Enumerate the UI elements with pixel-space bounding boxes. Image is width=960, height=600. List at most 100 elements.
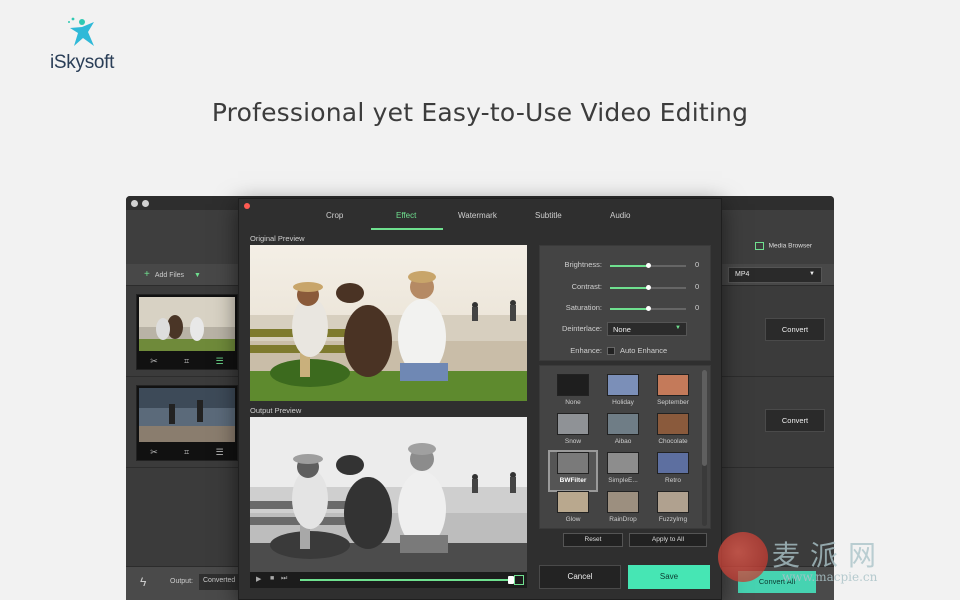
filter-label: Chocolate: [658, 438, 688, 445]
filter-swatch: [657, 452, 689, 474]
filter-swatch: [607, 491, 639, 513]
filters-scrollbar[interactable]: [702, 370, 707, 526]
window-close-dot[interactable]: [131, 200, 138, 207]
skip-icon[interactable]: ⏭: [281, 575, 287, 583]
deinterlace-select[interactable]: None ▼: [607, 322, 687, 336]
thumbnail-tools: ✂ ⌗ ☰: [137, 444, 237, 460]
filter-snow[interactable]: Snow: [550, 413, 596, 451]
reset-button[interactable]: Reset: [563, 533, 623, 547]
filter-retro[interactable]: Retro: [650, 452, 696, 490]
brightness-slider[interactable]: [610, 263, 686, 268]
filter-label: Aibao: [614, 438, 632, 445]
lightning-icon[interactable]: ϟ: [140, 575, 146, 589]
deinterlace-value: None: [613, 325, 631, 334]
saturation-slider[interactable]: [610, 306, 686, 311]
filter-raindrop[interactable]: RainDrop: [600, 491, 646, 528]
add-files-button[interactable]: + Add Files ▼: [144, 269, 201, 280]
stop-icon[interactable]: ■: [270, 575, 274, 582]
filter-swatch: [557, 491, 589, 513]
filter-aibao[interactable]: Aibao: [600, 413, 646, 451]
active-tab-indicator: [371, 228, 443, 230]
filter-label: BWFilter: [559, 477, 587, 484]
tab-crop[interactable]: Crop: [326, 211, 343, 220]
filter-holiday[interactable]: Holiday: [600, 374, 646, 412]
contrast-slider[interactable]: [610, 285, 686, 290]
filter-label: September: [657, 399, 689, 406]
format-value: MP4: [735, 271, 750, 278]
brightness-handle[interactable]: [646, 263, 651, 268]
effects-icon[interactable]: ☰: [216, 356, 224, 367]
contrast-handle[interactable]: [646, 285, 651, 290]
convert-button[interactable]: Convert: [765, 318, 825, 341]
tab-effect[interactable]: Effect: [396, 211, 416, 220]
tab-bar: Crop Effect Watermark Subtitle Audio: [239, 201, 723, 230]
filter-bwfilter[interactable]: BWFilter: [548, 450, 598, 492]
tab-subtitle[interactable]: Subtitle: [535, 211, 562, 220]
thumbnail-image: [139, 388, 235, 442]
filter-chocolate[interactable]: Chocolate: [650, 413, 696, 451]
saturation-handle[interactable]: [646, 306, 651, 311]
brightness-fill: [610, 265, 648, 267]
brightness-row: Brightness: 0: [540, 258, 712, 272]
window-minimize-dot[interactable]: [142, 200, 149, 207]
tab-audio[interactable]: Audio: [610, 211, 630, 220]
filter-swatch: [557, 452, 589, 474]
crop-icon[interactable]: ⌗: [184, 356, 189, 367]
saturation-fill: [610, 308, 648, 310]
original-image: [250, 245, 527, 401]
filter-label: SimpleE...: [608, 477, 638, 484]
effects-icon[interactable]: ☰: [216, 447, 224, 458]
filter-none[interactable]: None: [550, 374, 596, 412]
format-select[interactable]: MP4 ▼: [728, 267, 822, 283]
adjustments-panel: Brightness: 0 Contrast: 0 Saturation: 0 …: [539, 245, 711, 361]
filter-glow[interactable]: Glow: [550, 491, 596, 528]
brightness-value: 0: [695, 260, 700, 269]
original-preview-label: Original Preview: [250, 234, 305, 243]
star-figure-icon: [68, 17, 94, 46]
save-button[interactable]: Save: [628, 565, 710, 589]
filter-label: FuzzyImg: [658, 516, 688, 523]
video-thumbnail[interactable]: ✂ ⌗ ☰: [136, 385, 238, 461]
brightness-label: Brightness:: [564, 260, 602, 269]
saturation-row: Saturation: 0: [540, 301, 712, 315]
contrast-label: Contrast:: [571, 282, 602, 291]
output-field[interactable]: Converted: [199, 574, 243, 590]
media-browser-button[interactable]: Media Browser: [754, 242, 812, 250]
filter-simplee[interactable]: SimpleE...: [600, 452, 646, 490]
filters-scroll-thumb[interactable]: [702, 370, 707, 466]
playback-track[interactable]: [300, 579, 510, 581]
chevron-down-icon[interactable]: ▼: [194, 272, 201, 279]
site-watermark: 麦派网 www.macpie.cn: [718, 532, 934, 596]
playback-bar: ▶ ■ ⏭: [250, 572, 527, 588]
media-browser-icon: [754, 242, 764, 250]
headline: Professional yet Easy-to-Use Video Editi…: [211, 98, 749, 127]
crop-icon[interactable]: ⌗: [184, 447, 189, 458]
filter-swatch: [657, 374, 689, 396]
original-preview: [250, 245, 527, 401]
filter-swatch: [657, 491, 689, 513]
filter-september[interactable]: September: [650, 374, 696, 412]
output-preview-label: Output Preview: [250, 406, 302, 415]
filter-label: Glow: [565, 516, 581, 523]
contrast-value: 0: [695, 282, 700, 291]
thumbnail-tools: ✂ ⌗ ☰: [137, 353, 237, 369]
enhance-label: Enhance:: [570, 346, 602, 355]
saturation-label: Saturation:: [565, 303, 602, 312]
video-thumbnail[interactable]: ✂ ⌗ ☰: [136, 294, 238, 370]
apply-to-all-button[interactable]: Apply to All: [629, 533, 707, 547]
scissors-icon[interactable]: ✂: [150, 447, 158, 458]
fullscreen-icon[interactable]: [514, 575, 524, 585]
scissors-icon[interactable]: ✂: [150, 356, 158, 367]
output-preview: [250, 417, 527, 572]
cancel-button[interactable]: Cancel: [539, 565, 621, 589]
filter-swatch: [557, 374, 589, 396]
auto-enhance-checkbox[interactable]: [607, 347, 615, 355]
filter-fuzzyimg[interactable]: FuzzyImg: [650, 491, 696, 528]
iskysoft-logo: iSkysoft: [50, 16, 130, 76]
filter-swatch: [607, 452, 639, 474]
play-icon[interactable]: ▶: [256, 575, 261, 583]
chevron-down-icon: ▼: [809, 271, 815, 277]
saturation-value: 0: [695, 303, 700, 312]
convert-button[interactable]: Convert: [765, 409, 825, 432]
tab-watermark[interactable]: Watermark: [458, 211, 497, 220]
